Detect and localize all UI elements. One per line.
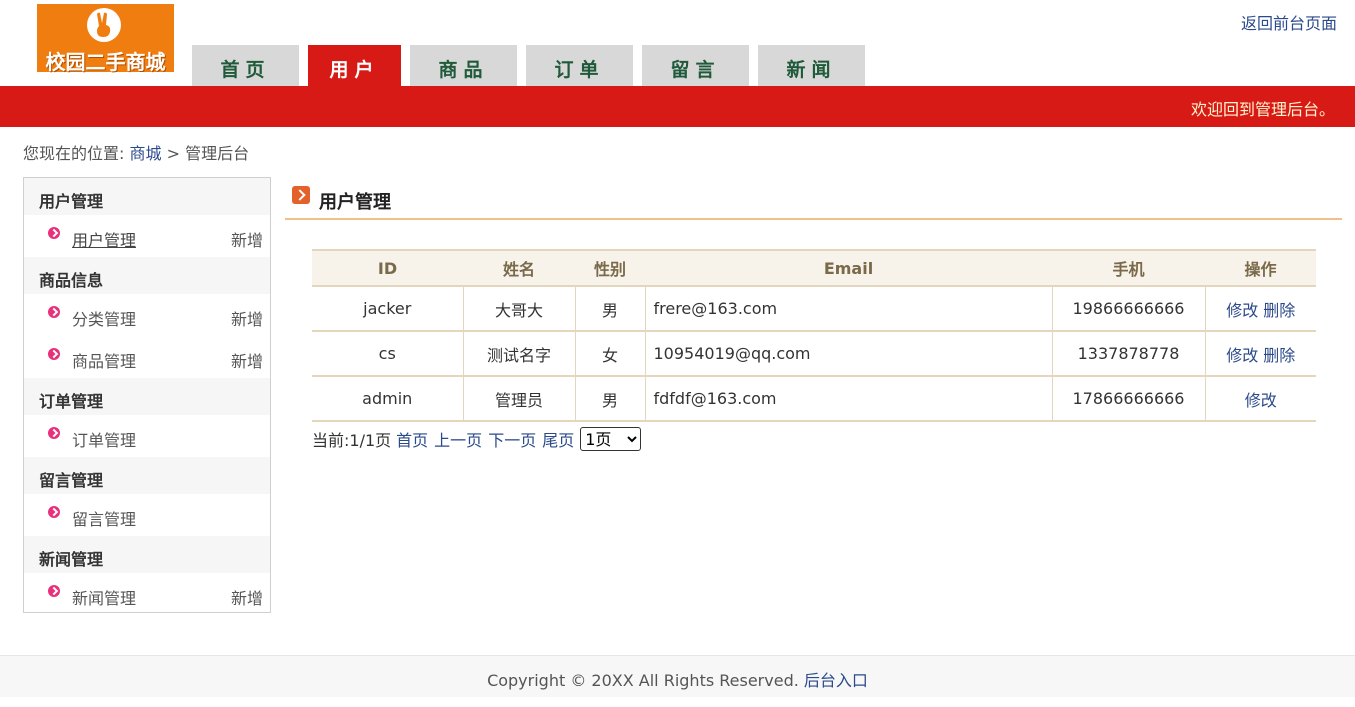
cell-id: jacker (312, 286, 463, 332)
section-arrow-icon (292, 186, 310, 204)
breadcrumb-current: 管理后台 (185, 144, 250, 163)
column-header-email: Email (645, 249, 1052, 287)
welcome-text: 欢迎回到管理后台。 (1190, 100, 1335, 119)
table-row: admin 管理员 男 fdfdf@163.com 17866666666 修改 (312, 376, 1316, 422)
bullet-arrow-icon (48, 227, 60, 239)
tab-products[interactable]: 商品 (410, 45, 517, 86)
logo-text: 校园二手商城 (45, 50, 166, 74)
cell-id: admin (312, 376, 463, 422)
table-header-row: ID 姓名 性别 Email 手机 操作 (312, 249, 1316, 287)
sidebar: 用户管理 用户管理 新增 商品信息 分类管理 新增 商品管理 新增 订单管理 订… (23, 177, 271, 613)
add-category-link[interactable]: 新增 (231, 306, 263, 330)
sidebar-item-label[interactable]: 商品管理 (72, 348, 136, 372)
bullet-arrow-icon (48, 585, 60, 597)
breadcrumb-separator: > (166, 144, 181, 163)
add-news-link[interactable]: 新增 (231, 585, 263, 609)
copyright-text: Copyright © 20XX All Rights Reserved. (487, 671, 799, 690)
user-table: ID 姓名 性别 Email 手机 操作 jacker 大哥大 男 frere@… (312, 249, 1316, 422)
column-header-name: 姓名 (463, 249, 575, 287)
victory-hand-icon (87, 8, 121, 42)
sidebar-item-categories[interactable]: 分类管理 新增 (24, 294, 270, 336)
cell-phone: 17866666666 (1051, 376, 1205, 422)
cell-name: 管理员 (462, 376, 575, 422)
column-header-actions: 操作 (1205, 249, 1316, 287)
sidebar-item-orders[interactable]: 订单管理 (24, 415, 270, 457)
cell-gender: 女 (574, 331, 645, 377)
footer: Copyright © 20XX All Rights Reserved. 后台… (0, 655, 1355, 697)
column-header-id: ID (312, 249, 463, 287)
cell-email: 10954019@qq.com (644, 331, 1052, 377)
admin-entry-link[interactable]: 后台入口 (804, 671, 868, 690)
tab-messages[interactable]: 留言 (642, 45, 749, 86)
cell-actions: 修改 删除 (1204, 331, 1316, 377)
sidebar-group-title: 订单管理 (24, 378, 270, 415)
column-header-phone: 手机 (1052, 249, 1205, 287)
pagination: 当前:1/1页 首页 上一页 下一页 尾页 1页 (312, 427, 642, 451)
sidebar-group-title: 新闻管理 (24, 536, 270, 573)
title-divider (285, 218, 1342, 220)
main-nav: 首页 用户 商品 订单 留言 新闻 (192, 45, 874, 86)
cell-gender: 男 (574, 376, 645, 422)
bullet-arrow-icon (48, 306, 60, 318)
sidebar-item-label[interactable]: 用户管理 (72, 227, 136, 251)
edit-link[interactable]: 修改 (1245, 391, 1277, 410)
sidebar-item-news[interactable]: 新闻管理 新增 (24, 573, 270, 615)
cell-phone: 19866666666 (1051, 286, 1205, 332)
tab-news[interactable]: 新闻 (758, 45, 865, 86)
add-user-link[interactable]: 新增 (231, 227, 263, 251)
sidebar-item-label[interactable]: 留言管理 (72, 506, 136, 530)
bullet-arrow-icon (48, 506, 60, 518)
prev-page-link[interactable]: 上一页 (434, 427, 482, 451)
sidebar-item-products[interactable]: 商品管理 新增 (24, 336, 270, 378)
last-page-link[interactable]: 尾页 (542, 427, 574, 451)
breadcrumb-prefix: 您现在的位置: (23, 144, 125, 163)
cell-actions: 修改 删除 (1204, 286, 1316, 332)
sidebar-item-label[interactable]: 分类管理 (72, 306, 136, 330)
sidebar-item-messages[interactable]: 留言管理 (24, 494, 270, 536)
cell-email: fdfdf@163.com (644, 376, 1052, 422)
page-status: 当前:1/1页 (312, 431, 392, 450)
page-title: 用户管理 (319, 192, 391, 213)
bullet-arrow-icon (48, 348, 60, 360)
cell-name: 测试名字 (462, 331, 575, 377)
cell-phone: 1337878778 (1051, 331, 1205, 377)
site-logo[interactable]: 校园二手商城 (37, 4, 174, 74)
sidebar-group-title: 留言管理 (24, 457, 270, 494)
bullet-arrow-icon (48, 427, 60, 439)
tab-home[interactable]: 首页 (192, 45, 299, 86)
page-select[interactable]: 1页 (580, 427, 642, 451)
cell-id: cs (312, 331, 463, 377)
breadcrumb: 您现在的位置: 商城 > 管理后台 (23, 140, 249, 164)
back-to-frontend-link[interactable]: 返回前台页面 (1241, 10, 1337, 34)
sidebar-group-title: 商品信息 (24, 257, 270, 294)
breadcrumb-home-link[interactable]: 商城 (130, 144, 162, 163)
cell-email: frere@163.com (644, 286, 1052, 332)
column-header-gender: 性别 (575, 249, 645, 287)
table-row: cs 测试名字 女 10954019@qq.com 1337878778 修改 … (312, 331, 1316, 377)
cell-name: 大哥大 (462, 286, 575, 332)
cell-gender: 男 (574, 286, 645, 332)
sidebar-item-label[interactable]: 订单管理 (72, 427, 136, 451)
edit-link[interactable]: 修改 (1226, 346, 1258, 365)
delete-link[interactable]: 删除 (1263, 301, 1295, 320)
edit-link[interactable]: 修改 (1226, 301, 1258, 320)
sidebar-item-label[interactable]: 新闻管理 (72, 585, 136, 609)
add-product-link[interactable]: 新增 (231, 348, 263, 372)
cell-actions: 修改 (1204, 376, 1316, 422)
header-bar: 欢迎回到管理后台。 (0, 86, 1355, 127)
sidebar-group-title: 用户管理 (24, 178, 270, 215)
tab-orders[interactable]: 订单 (526, 45, 633, 86)
tab-users[interactable]: 用户 (308, 45, 401, 86)
first-page-link[interactable]: 首页 (396, 427, 428, 451)
table-row: jacker 大哥大 男 frere@163.com 19866666666 修… (312, 286, 1316, 332)
sidebar-item-users[interactable]: 用户管理 新增 (24, 215, 270, 257)
delete-link[interactable]: 删除 (1263, 346, 1295, 365)
next-page-link[interactable]: 下一页 (488, 427, 536, 451)
